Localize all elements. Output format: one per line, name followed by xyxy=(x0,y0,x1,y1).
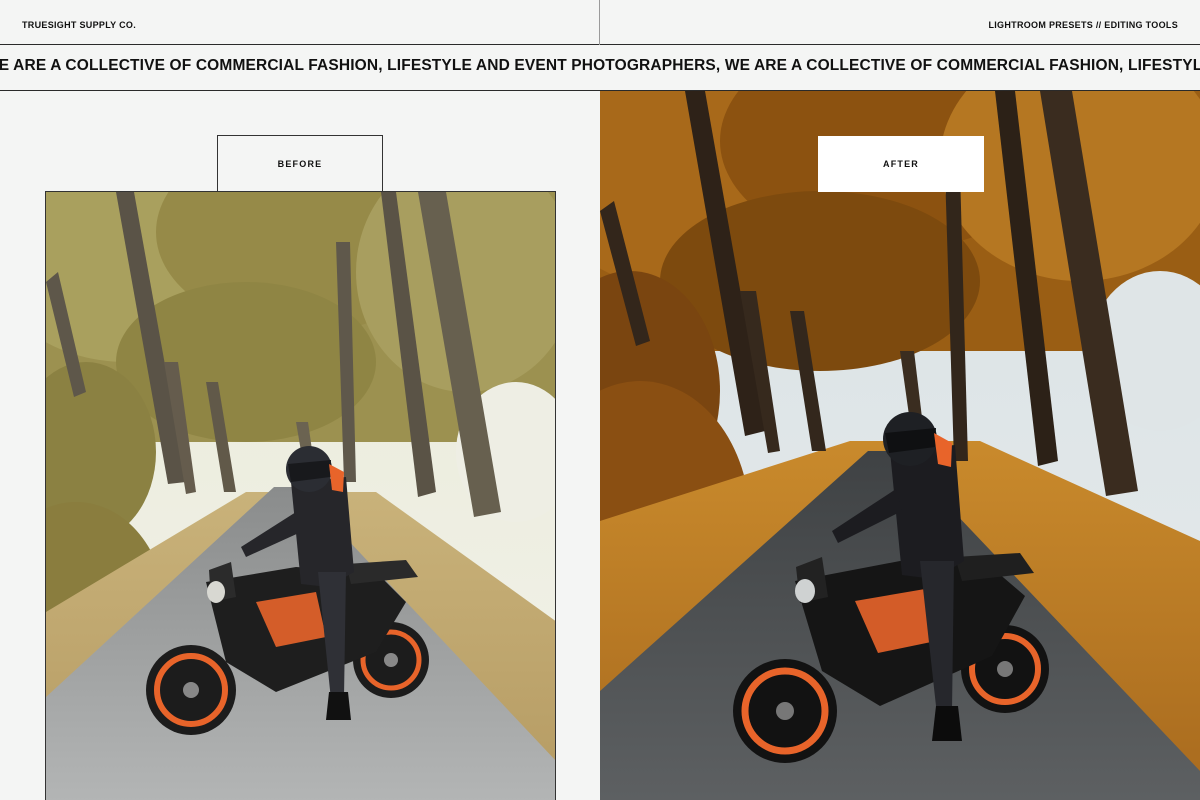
marquee-text: WE ARE A COLLECTIVE OF COMMERCIAL FASHIO… xyxy=(0,57,1200,74)
brand-name[interactable]: TRUESIGHT SUPPLY CO. xyxy=(22,20,136,30)
before-panel: BEFORE xyxy=(0,91,600,800)
before-label: BEFORE xyxy=(217,135,383,191)
marquee-banner: WE ARE A COLLECTIVE OF COMMERCIAL FASHIO… xyxy=(0,45,1200,91)
header-divider xyxy=(599,0,600,45)
after-panel: AFTER xyxy=(600,91,1200,800)
tagline: LIGHTROOM PRESETS // EDITING TOOLS xyxy=(988,20,1178,30)
before-photo xyxy=(45,191,556,800)
after-scene-image xyxy=(600,91,1200,800)
before-scene-image xyxy=(46,192,555,800)
after-label: AFTER xyxy=(818,136,984,192)
top-bar: TRUESIGHT SUPPLY CO. LIGHTROOM PRESETS /… xyxy=(0,0,1200,45)
